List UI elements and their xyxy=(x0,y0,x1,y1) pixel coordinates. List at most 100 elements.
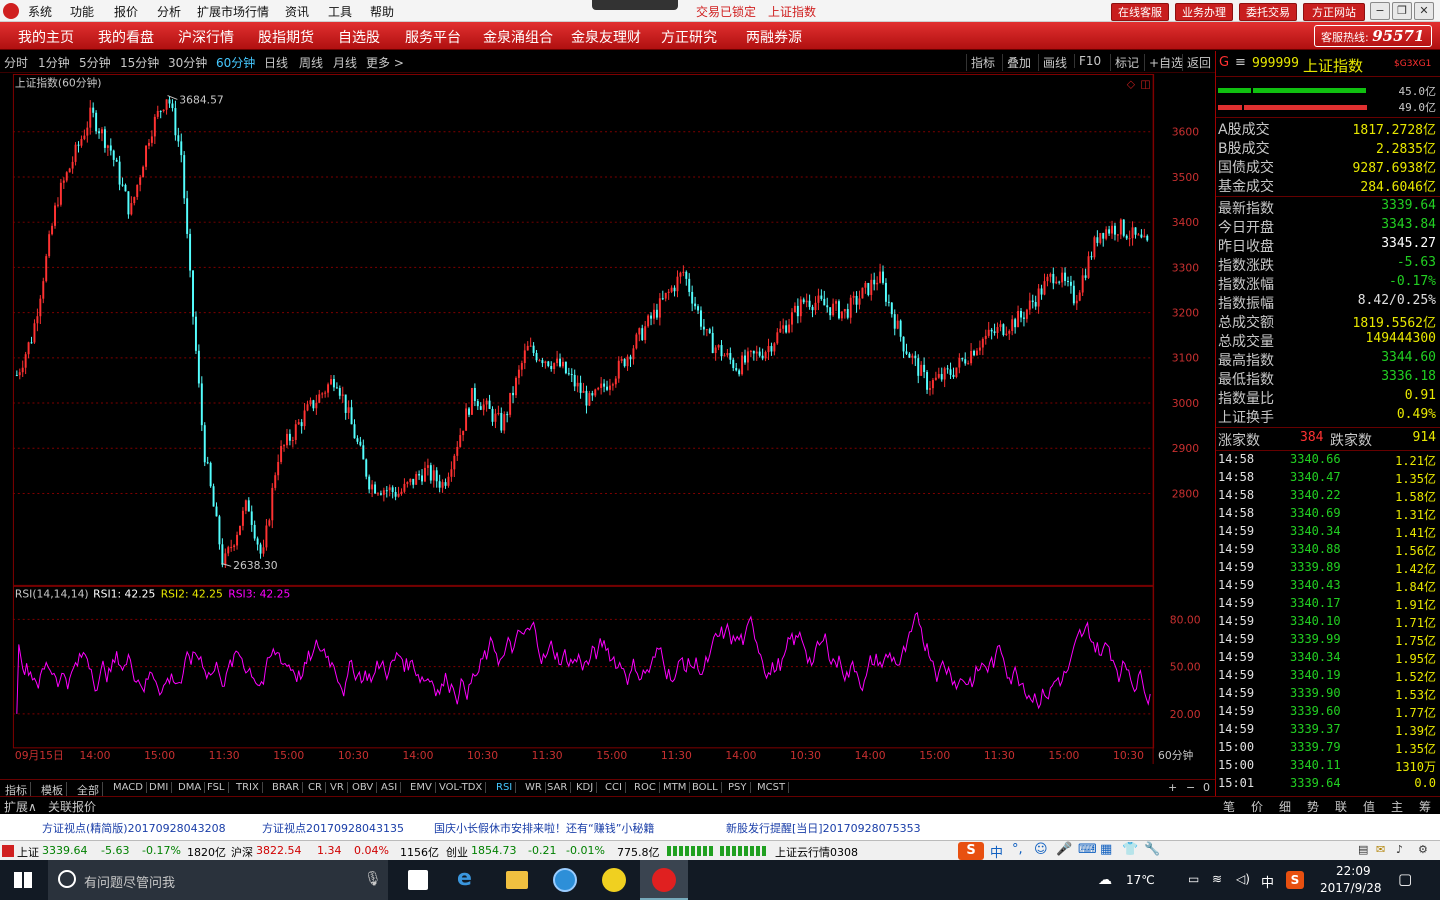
ime-punct-icon[interactable]: °, xyxy=(1012,842,1023,857)
nav-research[interactable]: 方正研究 xyxy=(661,27,717,47)
online-service-button[interactable]: 在线客服 xyxy=(1111,3,1169,21)
cloud-quote[interactable]: 上证云行情0308 xyxy=(775,844,858,860)
period-15min[interactable]: 15分钟 xyxy=(120,54,159,71)
edge-icon[interactable]: e xyxy=(457,868,479,890)
menu-function[interactable]: 功能 xyxy=(70,3,94,20)
indicator-tab[interactable]: OBV xyxy=(349,782,378,793)
close-icon[interactable]: ✕ xyxy=(1414,2,1434,20)
indicator-tab[interactable]: ROC xyxy=(631,782,660,793)
cloud-weather-icon[interactable]: ☁ xyxy=(1098,872,1112,888)
kline-chart[interactable]: 3600 3500 3400 3300 3200 3100 3000 2900 2800 80.… xyxy=(0,74,1215,764)
explorer-icon[interactable] xyxy=(506,871,528,889)
indicator-tab[interactable]: FSL xyxy=(204,782,229,793)
wifi-icon[interactable]: ≋ xyxy=(1212,872,1222,886)
store-icon[interactable] xyxy=(408,870,428,890)
business-button[interactable]: 业务办理 xyxy=(1175,3,1233,21)
hs-label[interactable]: 沪深 xyxy=(231,844,253,860)
panel-tab[interactable]: 势 xyxy=(1307,798,1319,815)
nav-watchlist[interactable]: 自选股 xyxy=(338,27,380,47)
indicator-tab[interactable]: RSI xyxy=(493,782,517,793)
tool-mark[interactable]: 标记 xyxy=(1110,54,1139,71)
volume-icon[interactable]: ◁) xyxy=(1236,872,1250,886)
cortana-search[interactable]: 有问题尽管问我 🎙 xyxy=(48,860,388,900)
indicator-tab[interactable]: DMA xyxy=(175,782,206,793)
indicator-tab[interactable]: CR xyxy=(305,782,326,793)
indicator-tab[interactable]: SAR xyxy=(544,782,572,793)
tool-draw[interactable]: 画线 xyxy=(1038,54,1067,71)
period-1min[interactable]: 1分钟 xyxy=(38,54,70,71)
zoom-reset-button[interactable]: 0 xyxy=(1203,781,1210,794)
indicator-tab[interactable]: BOLL xyxy=(689,782,722,793)
skin-icon[interactable]: 👕 xyxy=(1122,842,1138,857)
menu-quote[interactable]: 报价 xyxy=(114,3,138,20)
app-icon[interactable] xyxy=(602,868,626,892)
indicator-tab[interactable]: DMI xyxy=(146,782,173,793)
panel-tab[interactable]: 主 xyxy=(1391,798,1403,815)
emoji-icon[interactable]: ☺ xyxy=(1034,842,1048,857)
keyboard-icon[interactable]: ⌨ xyxy=(1078,842,1097,857)
restore-icon[interactable]: ❐ xyxy=(1392,2,1412,20)
tool-overlay[interactable]: 叠加 xyxy=(1002,54,1031,71)
news-item[interactable]: 方证视点20170928043135 xyxy=(262,820,404,836)
zoom-in-button[interactable]: + xyxy=(1168,781,1177,794)
calc-icon[interactable]: ▤ xyxy=(1358,843,1368,856)
nav-service[interactable]: 服务平台 xyxy=(405,27,461,47)
menu-help[interactable]: 帮助 xyxy=(370,3,394,20)
indicator-tab[interactable]: MTM xyxy=(660,782,691,793)
panel-tab[interactable]: 价 xyxy=(1251,798,1263,815)
menu-extended-market[interactable]: 扩展市场行情 xyxy=(197,3,269,20)
website-button[interactable]: 方正网站 xyxy=(1303,3,1365,21)
battery-icon[interactable]: ▭ xyxy=(1188,872,1199,886)
drop-handle[interactable] xyxy=(592,0,678,10)
indicator-tab[interactable]: KDJ xyxy=(573,782,598,793)
indicator-tab[interactable]: CCI xyxy=(602,782,626,793)
menu-tools[interactable]: 工具 xyxy=(328,3,352,20)
clock-date[interactable]: 2017/9/28 xyxy=(1320,881,1382,895)
nav-wealth[interactable]: 金泉友理财 xyxy=(571,27,641,47)
menu-analysis[interactable]: 分析 xyxy=(157,3,181,20)
indicator-tab[interactable]: MACD xyxy=(110,782,147,793)
expand-tab[interactable]: 扩展∧ xyxy=(4,798,37,815)
nav-futures[interactable]: 股指期货 xyxy=(258,27,314,47)
indicator-tab[interactable]: EMV xyxy=(407,782,436,793)
menu-lines-icon[interactable]: ≡ xyxy=(1235,55,1246,70)
period-tick[interactable]: 分时 xyxy=(4,54,28,71)
indicator-tab[interactable]: ASI xyxy=(378,782,402,793)
indicator-tab[interactable]: MCST xyxy=(754,782,790,793)
menu-system[interactable]: 系统 xyxy=(28,3,52,20)
news-item[interactable]: 方证视点(精简版)20170928043208 xyxy=(42,820,226,836)
period-day[interactable]: 日线 xyxy=(264,54,288,71)
indicator-tab[interactable]: VR xyxy=(327,782,348,793)
diamond-icon[interactable]: ◇ xyxy=(1127,78,1136,91)
zoom-out-button[interactable]: − xyxy=(1186,781,1195,794)
period-5min[interactable]: 5分钟 xyxy=(79,54,111,71)
clock-time[interactable]: 22:09 xyxy=(1336,864,1371,878)
minimize-icon[interactable]: − xyxy=(1370,2,1390,20)
tool-indicator[interactable]: 指标 xyxy=(966,54,995,71)
panel-tab[interactable]: 细 xyxy=(1279,798,1291,815)
expand-icon[interactable]: ◫ xyxy=(1140,78,1150,91)
news-item[interactable]: 国庆小长假休市安排来啦！还有“赚钱”小秘籍 xyxy=(434,820,654,836)
cy-label[interactable]: 创业 xyxy=(446,844,468,860)
trade-button[interactable]: 委托交易 xyxy=(1239,3,1297,21)
taskbar-ime[interactable]: 中 xyxy=(1261,872,1274,891)
menu-info[interactable]: 资讯 xyxy=(285,3,309,20)
indicator-tab[interactable]: WR xyxy=(522,782,546,793)
indicator-tab[interactable]: VOL-TDX xyxy=(436,782,487,793)
panel-tab[interactable]: 值 xyxy=(1363,798,1375,815)
nav-my-watch[interactable]: 我的看盘 xyxy=(98,27,154,47)
grid-icon[interactable]: ▦ xyxy=(1100,842,1112,857)
mic-icon[interactable]: 🎤 xyxy=(1056,842,1072,857)
ie-icon[interactable] xyxy=(553,868,577,892)
nav-margin[interactable]: 两融券源 xyxy=(746,27,802,47)
sogou-ime-icon[interactable]: S xyxy=(958,842,984,860)
tool-f10[interactable]: F10 xyxy=(1074,54,1101,68)
period-more[interactable]: 更多 > xyxy=(366,54,404,71)
nav-home[interactable]: 我的主页 xyxy=(18,27,74,47)
panel-tab[interactable]: 联 xyxy=(1335,798,1347,815)
indicator-tab[interactable]: TRIX xyxy=(233,782,263,793)
ime-mode[interactable]: 中 xyxy=(990,842,1003,861)
sh-label[interactable]: 上证 xyxy=(17,844,39,860)
mic-icon[interactable]: 🎙 xyxy=(364,871,382,887)
fangzheng-task[interactable] xyxy=(640,860,688,900)
